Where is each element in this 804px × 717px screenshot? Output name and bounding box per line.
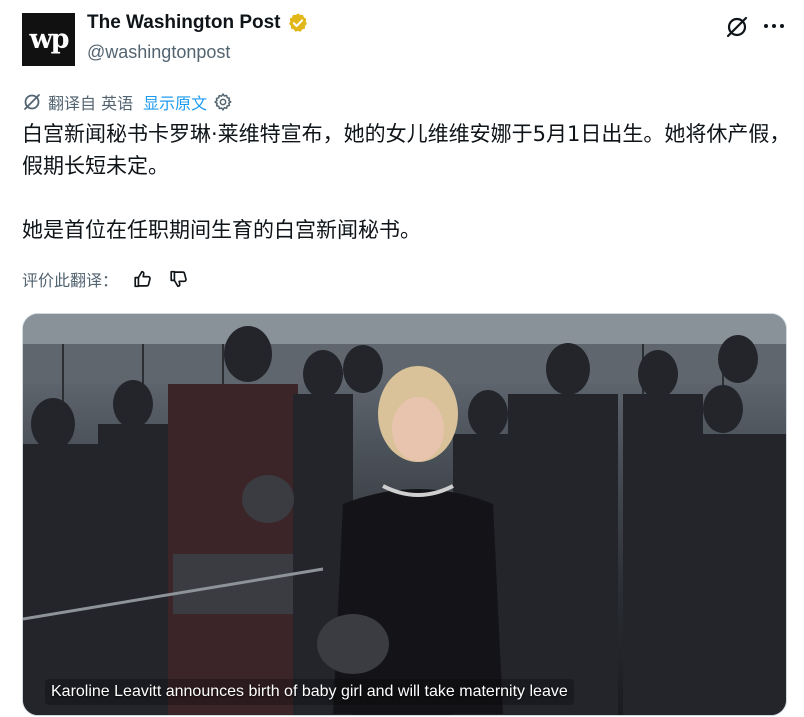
thumbs-down-icon[interactable]: [168, 268, 190, 290]
avatar-logo: wp: [29, 24, 69, 55]
more-icon[interactable]: [760, 12, 788, 40]
translate-icon: [24, 94, 40, 110]
tweet-paragraph-1: 白宫新闻秘书卡罗琳·莱维特宣布，她的女儿维维安娜于5月1日出生。她将休产假，假期…: [22, 122, 791, 178]
avatar[interactable]: wp: [22, 13, 75, 66]
author-name[interactable]: The Washington Post: [87, 12, 281, 34]
grok-icon[interactable]: [724, 14, 750, 40]
rate-translation-label: 评价此翻译：: [22, 271, 119, 290]
translation-row: 翻译自 英语 显示原文: [22, 90, 233, 114]
translated-from-label: 翻译自 英语: [48, 94, 134, 113]
press-scene-illustration: [23, 314, 786, 715]
tweet-text: 白宫新闻秘书卡罗琳·莱维特宣布，她的女儿维维安娜于5月1日出生。她将休产假，假期…: [22, 118, 792, 246]
author-name-row[interactable]: The Washington Post: [87, 12, 309, 34]
tweet-paragraph-2: 她是首位在任职期间生育的白宫新闻秘书。: [22, 218, 421, 242]
rate-translation-row: 评价此翻译：: [22, 267, 190, 291]
author-handle[interactable]: @washingtonpost: [87, 42, 230, 63]
photo-caption: Karoline Leavitt announces birth of baby…: [45, 679, 574, 705]
tweet-photo[interactable]: Karoline Leavitt announces birth of baby…: [22, 313, 787, 716]
thumbs-up-icon[interactable]: [132, 268, 154, 290]
verified-badge-icon: [288, 13, 307, 32]
gear-icon[interactable]: [213, 92, 233, 112]
show-original-link[interactable]: 显示原文: [143, 90, 207, 114]
